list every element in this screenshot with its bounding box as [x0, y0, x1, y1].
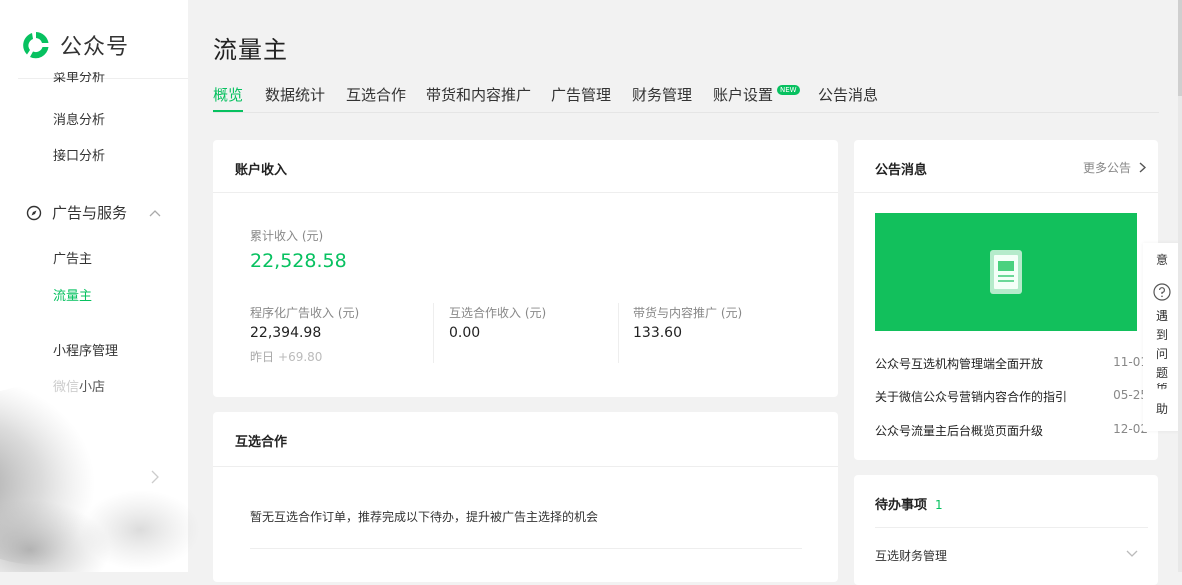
- help-char-cut: 帮: [1156, 383, 1168, 391]
- announcement-title: 公众号互选机构管理端全面开放: [875, 357, 1044, 371]
- divider: [875, 527, 1148, 528]
- help-char: 帮: [1156, 383, 1169, 391]
- announcement-item[interactable]: 公众号流量主后台概览页面升级 12-02: [875, 422, 1148, 439]
- sidebar-item-wechat-shop[interactable]: 微信小店: [53, 376, 105, 395]
- announcement-title: 公众号流量主后台概览页面升级: [875, 424, 1044, 438]
- feedback-label[interactable]: 意: [1156, 251, 1168, 268]
- yesterday-delta: 昨日 +69.80: [250, 348, 322, 365]
- income-card-header: [213, 140, 838, 193]
- document-icon: [990, 250, 1022, 294]
- help-char: 题: [1156, 366, 1169, 380]
- todo-title-label: 待办事项: [875, 498, 928, 513]
- todo-item[interactable]: 互选财务管理: [875, 547, 1138, 564]
- sidebar-group-ads-services[interactable]: 广告与服务: [26, 202, 161, 223]
- chevron-right-icon: [1139, 162, 1146, 173]
- sidebar-item-api-analysis[interactable]: 接口分析: [53, 145, 105, 164]
- help-char: 遇: [1156, 309, 1169, 323]
- page-title: 流量主: [213, 36, 288, 64]
- goods-income-value: 133.60: [633, 325, 682, 341]
- help-char: 问: [1156, 347, 1169, 361]
- todo-title: 待办事项 1: [875, 494, 943, 513]
- yesterday-value: +69.80: [278, 350, 323, 364]
- total-income-value: 22,528.58: [250, 250, 347, 272]
- announcement-banner[interactable]: [875, 213, 1137, 331]
- todo-item-label: 互选财务管理: [875, 549, 948, 563]
- income-card-title: 账户收入: [235, 163, 288, 178]
- announcement-item[interactable]: 关于微信公众号营销内容合作的指引 05-25: [875, 388, 1148, 405]
- chevron-up-icon: [149, 209, 161, 216]
- logo[interactable]: 公众号: [20, 28, 129, 62]
- sidebar-item-message-analysis[interactable]: 消息分析: [53, 109, 105, 128]
- sidebar-item-advertiser[interactable]: 广告主: [53, 248, 92, 267]
- income-card: 账户收入 累计收入 (元) 22,528.58 程序化广告收入 (元) 22,3…: [213, 140, 838, 397]
- tab-overview[interactable]: 概览: [213, 84, 244, 112]
- todo-count: 1: [935, 498, 943, 512]
- more-announcements-link[interactable]: 更多公告: [1083, 159, 1146, 176]
- announcement-item[interactable]: 公众号互选机构管理端全面开放 11-01: [875, 355, 1148, 372]
- app-name: 公众号: [60, 35, 130, 60]
- sidebar-item-mini-program[interactable]: 小程序管理: [53, 340, 118, 359]
- announcements-card: 公告消息 更多公告 公众号互选机构管理端全面开放 11-01 关于微信公众号营销…: [854, 140, 1158, 460]
- tab-announcements[interactable]: 公告消息: [818, 84, 878, 105]
- sidebar: 公众号 菜单分析 消息分析 接口分析 广告与服务 广告主 流量主 小程序管理 微…: [0, 0, 188, 572]
- compass-icon: [26, 205, 42, 220]
- sidebar-group-label: 广告与服务: [52, 204, 128, 222]
- more-announcements-label: 更多公告: [1082, 161, 1131, 175]
- help-char: 助: [1156, 402, 1169, 416]
- tab-ad-management[interactable]: 广告管理: [551, 84, 611, 105]
- total-income-label: 累计收入 (元): [250, 229, 324, 243]
- sidebar-item-publisher[interactable]: 流量主: [53, 285, 92, 304]
- tab-label: 账户设置: [713, 86, 774, 104]
- help-char: 到: [1156, 328, 1169, 342]
- column-divider: [618, 303, 619, 363]
- yesterday-label: 昨日: [250, 350, 275, 364]
- todo-card: 待办事项 1 互选财务管理: [854, 475, 1158, 585]
- mutual-card-title: 互选合作: [235, 435, 288, 450]
- chevron-right-icon[interactable]: [150, 470, 160, 484]
- mutual-selection-card: 互选合作 暂无互选合作订单，推荐完成以下待办，提升被广告主选择的机会: [213, 412, 838, 582]
- column-divider: [433, 303, 434, 363]
- wechat-official-logo-icon: [23, 32, 49, 59]
- question-icon: [1153, 283, 1171, 301]
- tab-mutual-selection[interactable]: 互选合作: [346, 84, 406, 105]
- scrollbar-thumb[interactable]: [1178, 0, 1182, 96]
- empty-order-message: 暂无互选合作订单，推荐完成以下待办，提升被广告主选择的机会: [250, 510, 599, 524]
- sidebar-item-label: 菜单分析: [53, 72, 106, 85]
- help-float-panel[interactable]: 意 遇 到 问 题 帮 助: [1143, 243, 1182, 431]
- tab-bar: 概览 数据统计 互选合作 带货和内容推广 广告管理 财务管理 账户设置 NEW 公…: [213, 84, 1159, 113]
- mutual-card-header: [213, 412, 838, 467]
- chevron-down-icon: [1126, 550, 1138, 557]
- sidebar-item-menu-analysis[interactable]: 菜单分析: [53, 72, 105, 86]
- tab-finance[interactable]: 财务管理: [632, 84, 692, 105]
- programmatic-income-value: 22,394.98: [250, 325, 322, 341]
- mutual-income-value: 0.00: [449, 325, 481, 341]
- tab-goods-promotion[interactable]: 带货和内容推广: [426, 84, 531, 105]
- new-badge: NEW: [777, 85, 800, 95]
- goods-income-label: 带货与内容推广 (元): [633, 306, 743, 320]
- divider: [250, 548, 802, 549]
- announcements-title: 公告消息: [875, 163, 928, 178]
- tab-account-settings[interactable]: 账户设置 NEW: [713, 84, 800, 105]
- mutual-income-label: 互选合作收入 (元): [449, 306, 547, 320]
- tab-data-stats[interactable]: 数据统计: [265, 84, 325, 105]
- programmatic-income-label: 程序化广告收入 (元): [250, 306, 360, 320]
- announcement-title: 关于微信公众号营销内容合作的指引: [875, 390, 1068, 404]
